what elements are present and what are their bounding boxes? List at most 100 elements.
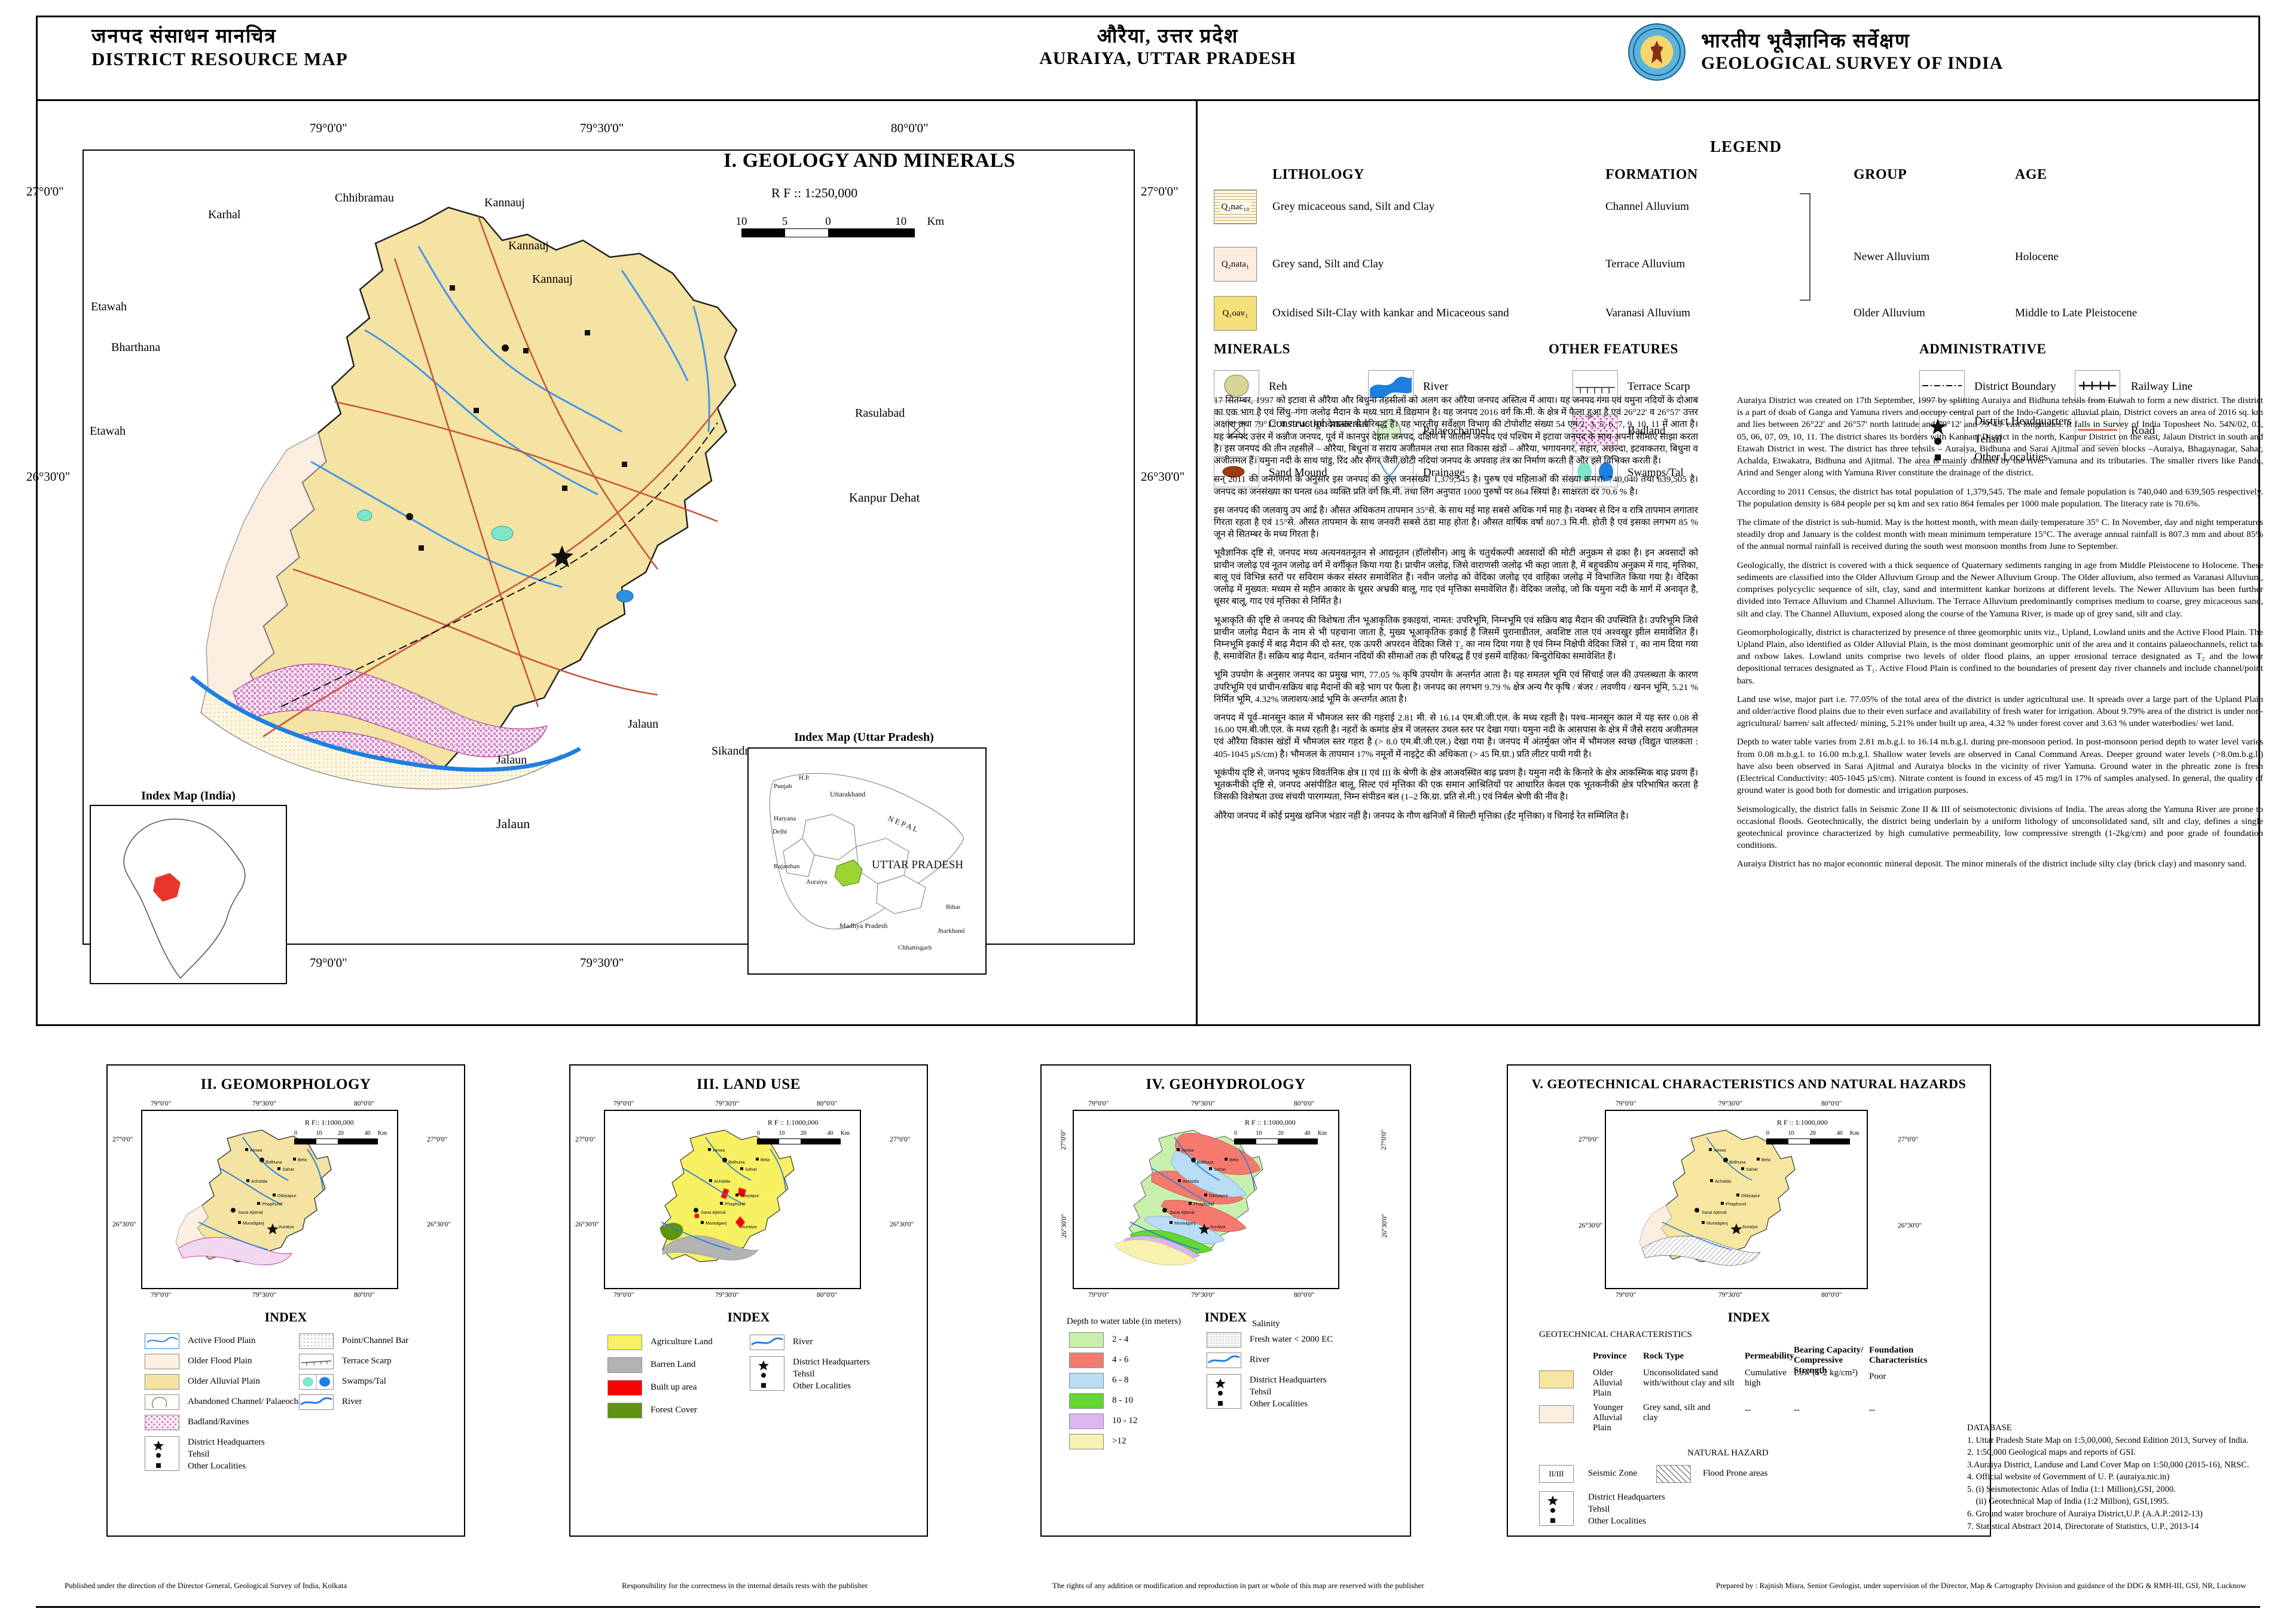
p5-older-province-swatch: [1539, 1370, 1574, 1388]
p3-key-district-hq: District Headquarters: [793, 1357, 870, 1367]
poster-footer: Published under the direction of the Dir…: [36, 1579, 2260, 1606]
hindi-para-3: इस जनपद की जलवायु उप आर्द्र है। औसत अधिक…: [1214, 505, 1698, 540]
svg-text:Auraiya: Auraiya: [1210, 1224, 1226, 1229]
p3-rf: R F :: 1:1000,000: [768, 1118, 819, 1127]
main-map-lat-left-2: 26°30'0": [26, 469, 71, 484]
label-chhattisgarh: Chhattisgarh: [898, 944, 932, 951]
p5-sb-2: 20: [1809, 1130, 1816, 1137]
mineral-label-reh: Reh: [1269, 380, 1287, 393]
database-item-2: 2. 1:50,000 Geological maps and reports …: [1967, 1448, 2136, 1458]
palaeochannel-swatch: [145, 1394, 179, 1410]
database-item-3: 3.Auraiya District, Landuse and Land Cov…: [1967, 1460, 2249, 1470]
p4-key-4-6: 4 - 6: [1112, 1355, 1129, 1364]
p2-key-active-flood-plain: Active Flood Plain: [188, 1336, 256, 1345]
agriculture-land-swatch: [607, 1335, 642, 1350]
p5-key-district-hq: District Headquarters: [1588, 1492, 1665, 1502]
svg-text:Bela: Bela: [298, 1157, 307, 1162]
active-flood-plain-swatch: [145, 1333, 179, 1349]
index-map-india[interactable]: [90, 805, 287, 984]
header-district-title: औरैया, उत्तर प्रदेश AURAIYA, UTTAR PRADE…: [947, 26, 1389, 69]
english-para-3: The climate of the district is sub-humid…: [1737, 517, 2263, 552]
panel-5-title: V. GEOTECHNICAL CHARACTERISTICS AND NATU…: [1531, 1076, 1967, 1091]
feature-label-river: River: [1423, 380, 1449, 393]
geotech-r2-bearing: --: [1794, 1405, 1800, 1415]
database-title: DATABASE: [1967, 1423, 2012, 1433]
minerals-heading: MINERALS: [1214, 341, 1290, 356]
label-haryana: Haryana: [774, 815, 796, 822]
swamps-tal-swatch: [299, 1374, 334, 1390]
formation-channel-alluvium: Channel Alluvium: [1605, 200, 1689, 213]
badland-swatch: [145, 1415, 179, 1430]
formation-terrace-alluvium: Terrace Alluvium: [1605, 258, 1686, 270]
p4-lat-2: 26°30'0": [1061, 1213, 1068, 1238]
svg-text:Phaphund: Phaphund: [1726, 1201, 1746, 1207]
p4-lon-top-3: 80°0'0": [1294, 1100, 1315, 1107]
p4-key-other-localities: Other Localities: [1250, 1399, 1308, 1409]
geotech-heading: GEOTECHNICAL CHARACTERISTICS: [1539, 1330, 1692, 1339]
depth-2-4-swatch: [1069, 1332, 1104, 1348]
p5-locality-symbols: [1539, 1491, 1574, 1526]
feature-label-terrace-scarp: Terrace Scarp: [1628, 380, 1690, 393]
english-para-1: Auraiya District was created on 17th Sep…: [1737, 395, 2263, 478]
p2-rf: R F:: 1:1000,000: [305, 1118, 354, 1127]
p5-index-title: INDEX: [1727, 1309, 1770, 1324]
title-english: DISTRICT RESOURCE MAP: [91, 48, 348, 69]
scale-unit: Km: [927, 215, 945, 228]
p2-index-title: INDEX: [264, 1309, 307, 1324]
p4-lon-bot-3: 80°0'0": [1294, 1292, 1315, 1299]
p5-sb-1: 10: [1788, 1130, 1794, 1137]
p3-key-agriculture: Agriculture Land: [651, 1337, 713, 1347]
admin-label-district-boundary: District Boundary: [1974, 380, 2056, 393]
p3-key-barren: Barren Land: [651, 1360, 696, 1369]
p2-key-older-alluvial-plain: Older Alluvial Plain: [188, 1376, 260, 1386]
hindi-para-1: 17 सितम्बर, 1997 को इटावा से औरैया और बि…: [1214, 395, 1698, 466]
natural-hazard-heading: NATURAL HAZARD: [1687, 1448, 1769, 1458]
p2-key-older-flood-plain: Older Flood Plain: [188, 1356, 252, 1366]
p4-key-2-4: 2 - 4: [1112, 1335, 1129, 1344]
panel-4-title: IV. GEOHYDROLOGY: [1146, 1076, 1306, 1092]
p3-lat-2: 26°30'0": [575, 1221, 600, 1228]
label-delhi: Delhi: [773, 828, 787, 835]
geotech-r1-province: Older Alluvial Plain: [1593, 1368, 1623, 1398]
p5-lon-bot-2: 79°30'0": [1718, 1292, 1743, 1299]
p4-lat-r2: 26°30'0": [1381, 1213, 1389, 1238]
hindi-text-column: 17 सितम्बर, 1997 को इटावा से औरैया और बि…: [1214, 395, 1698, 829]
svg-text:Achalda: Achalda: [251, 1179, 268, 1184]
panel-3-title: III. LAND USE: [697, 1076, 801, 1092]
svg-text:Dibiyapur: Dibiyapur: [740, 1193, 759, 1198]
svg-text:Achalda: Achalda: [714, 1179, 731, 1184]
depth-6-8-swatch: [1069, 1373, 1104, 1388]
header-left-title: जनपद संसाधन मानचित्र DISTRICT RESOURCE M…: [91, 26, 348, 70]
geology-minerals-map-panel: 79°0'0" 79°30'0" 80°0'0" 79°0'0" 79°30'0…: [26, 120, 1184, 1011]
p2-key-terrace-scarp: Terrace Scarp: [342, 1356, 392, 1366]
p2-locality-symbols: [145, 1436, 179, 1471]
label-bihar: Bihar: [946, 903, 961, 911]
p4-key-district-hq: District Headquarters: [1250, 1375, 1327, 1385]
p2-sb-0: 0: [294, 1130, 297, 1137]
org-hindi: भारतीय भूवैज्ञानिक सर्वेक्षण: [1701, 30, 1910, 52]
database-item-4: 4. Official website of Government of U. …: [1967, 1472, 2170, 1482]
scale-tick-0: 10: [735, 215, 747, 228]
index-map-uttar-pradesh[interactable]: UTTAR PRADESH Auraiya Punjab H.P. Uttara…: [747, 747, 987, 975]
label-auraiya: Auraiya: [806, 878, 828, 886]
legend-row-channel-alluvium[interactable]: Q₂nac₁₀ Grey micaceous sand, Silt and Cl…: [1214, 187, 2278, 230]
database-item-6: (ii) Geotechnical Map of India (1:2 Mill…: [1967, 1497, 2169, 1507]
legend-row-terrace-alluvium[interactable]: Q₂nata₁ Grey sand, Silt and Clay Terrace…: [1214, 245, 2278, 288]
english-para-6: Land use wise, major part i.e. 77.05% of…: [1737, 694, 2263, 729]
p5-sb-unit: Km: [1850, 1130, 1859, 1137]
svg-text:Bidhuna: Bidhuna: [265, 1159, 282, 1165]
p5-sb-0: 0: [1766, 1130, 1769, 1137]
p5-lat-r1: 27°0'0": [1898, 1136, 1919, 1143]
district-english: AURAIYA, UTTAR PRADESH: [1039, 48, 1296, 68]
p3-key-river: River: [793, 1337, 813, 1347]
p4-lon-top-1: 79°0'0": [1088, 1100, 1109, 1107]
legend-head-age: AGE: [2015, 167, 2047, 182]
older-flood-plain-swatch: [145, 1354, 179, 1369]
p2-sb-1: 10: [316, 1130, 322, 1137]
administrative-heading: ADMINISTRATIVE: [1919, 341, 2047, 356]
neighbour-jalaun-1: Jalaun: [628, 718, 659, 731]
label-uttar-pradesh: UTTAR PRADESH: [872, 859, 963, 871]
footer-note-2: Responsibility for the correctness in th…: [622, 1581, 868, 1590]
p2-sb-unit: Km: [378, 1130, 387, 1137]
main-map-lon-top-3: 80°0'0": [891, 121, 929, 135]
